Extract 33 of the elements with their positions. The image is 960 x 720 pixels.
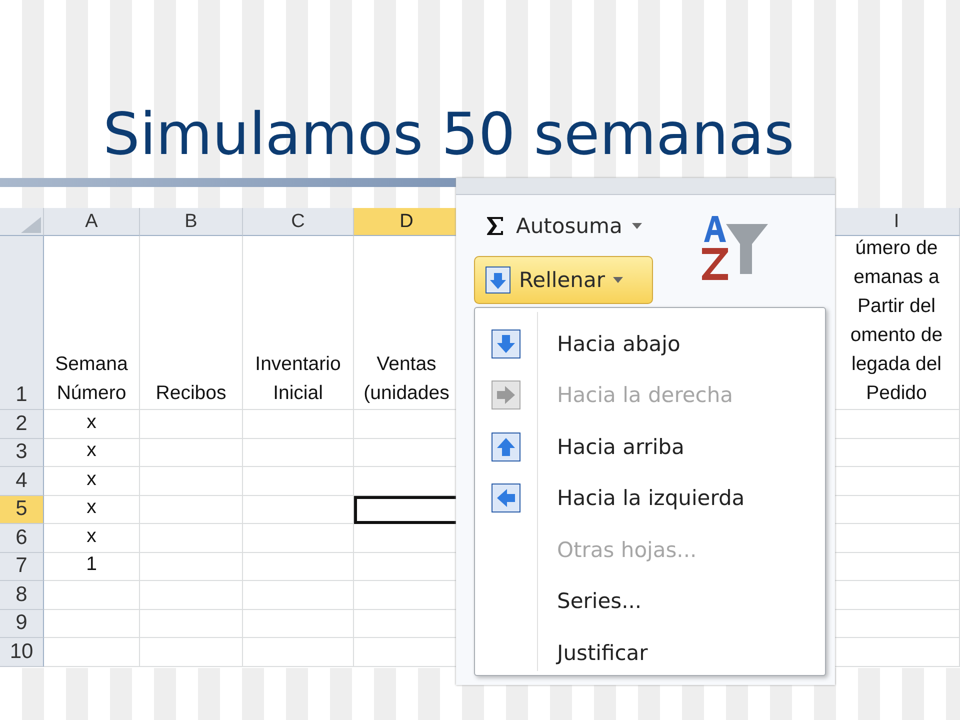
- column-header[interactable]: A: [44, 208, 140, 236]
- row-header[interactable]: 8: [0, 581, 44, 610]
- table-cell: x: [44, 410, 140, 438]
- caret-icon: [632, 223, 642, 229]
- row-header[interactable]: 10: [0, 638, 44, 666]
- row-header[interactable]: 2: [0, 410, 44, 438]
- slide-title: Simulamos 50 semanas: [103, 100, 794, 168]
- table-cell: Inventario Inicial: [243, 236, 354, 410]
- menu-item[interactable]: Hacia arriba: [475, 421, 825, 472]
- table-cell: x: [44, 524, 140, 552]
- table-cell: Recibos: [140, 236, 243, 410]
- table-cell: x: [44, 496, 140, 524]
- column-header[interactable]: B: [140, 208, 243, 236]
- menu-item[interactable]: Series...: [475, 576, 825, 627]
- row-header[interactable]: 7: [0, 552, 44, 581]
- row-header[interactable]: 3: [0, 438, 44, 467]
- row-header[interactable]: 1: [0, 236, 44, 410]
- fill-button[interactable]: Rellenar: [474, 256, 653, 304]
- column-header[interactable]: C: [243, 208, 354, 236]
- table-cell: 1: [44, 552, 140, 581]
- caret-icon: [612, 277, 623, 283]
- column-header[interactable]: I: [834, 208, 960, 236]
- autosum-button[interactable]: Autosuma: [484, 214, 642, 238]
- table-cell: x: [44, 438, 140, 467]
- row-header[interactable]: 9: [0, 610, 44, 638]
- row-header[interactable]: 5: [0, 496, 44, 524]
- row-header[interactable]: 6: [0, 524, 44, 552]
- menu-item[interactable]: Hacia la izquierda: [475, 472, 825, 524]
- menu-item[interactable]: Hacia abajo: [475, 318, 825, 370]
- menu-item[interactable]: Justificar: [475, 627, 825, 678]
- row-header[interactable]: 4: [0, 467, 44, 496]
- table-cell: x: [44, 467, 140, 496]
- sigma-icon: [484, 215, 506, 237]
